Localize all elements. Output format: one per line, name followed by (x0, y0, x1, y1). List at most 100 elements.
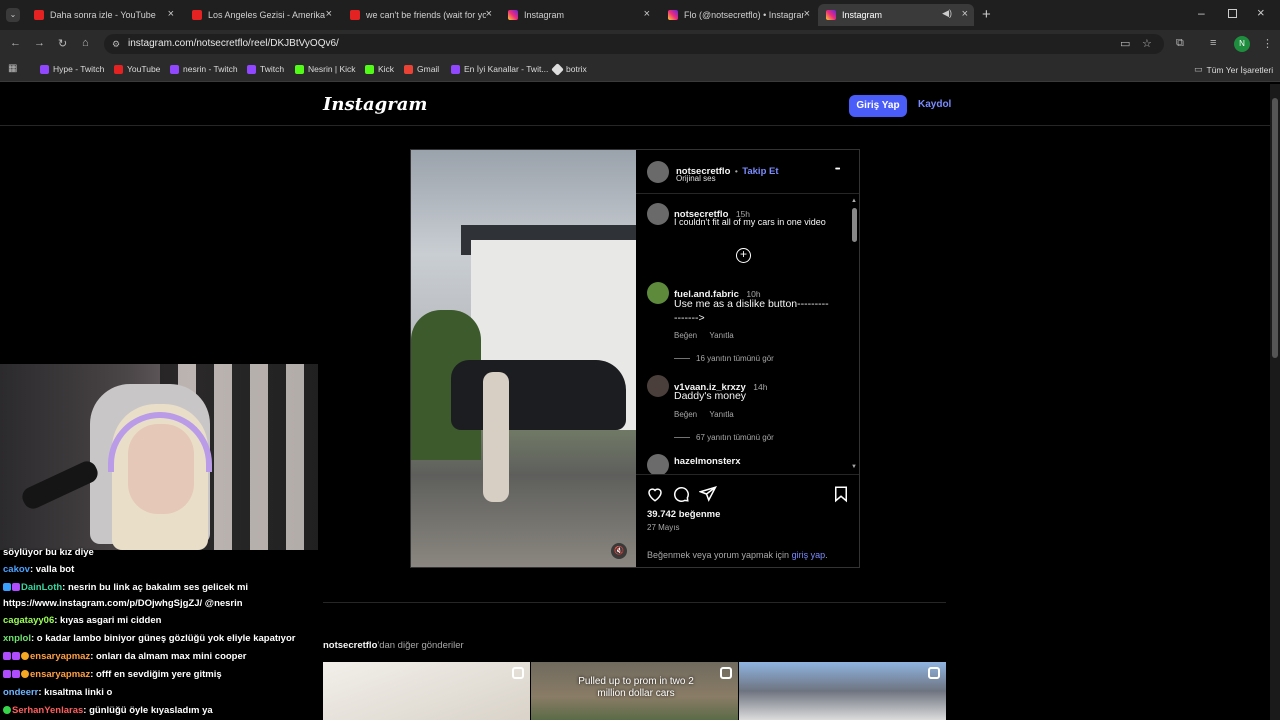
all-bookmarks-folder[interactable]: ▭ Tüm Yer İşaretleri (1194, 64, 1273, 75)
post-thumbnail[interactable]: Pulled up to prom in two 2 million dolla… (531, 662, 738, 720)
more-options-icon[interactable]: ••• (835, 166, 840, 173)
bookmark-hype-twitch[interactable]: Hype - Twitch (40, 64, 104, 74)
post-thumbnail[interactable] (323, 662, 530, 720)
bookmark-label: YouTube (127, 64, 161, 74)
author-avatar[interactable] (647, 161, 669, 183)
bookmark-nesrin-kick[interactable]: Nesrin | Kick (295, 64, 356, 74)
reel-post: 🔇 notsecretflo • Takip Et Orijinal ses •… (410, 149, 860, 568)
tab-instagram-profile[interactable]: Flo (@notsecretflo) • Instagram × (660, 4, 816, 26)
scroll-down-icon[interactable]: ▼ (851, 464, 857, 470)
login-prompt-suffix: . (825, 550, 828, 560)
post-thumbnail[interactable] (739, 662, 946, 720)
chat-text: : kıyas asgari mi cidden (54, 615, 162, 626)
close-icon[interactable]: × (962, 8, 968, 20)
tab-youtube-song[interactable]: we can't be friends (wait for yo × (342, 4, 498, 26)
tab-youtube-los-angeles[interactable]: Los Angeles Gezisi - Amerika V × (184, 4, 338, 26)
view-replies-button[interactable]: 16 yanıtın tümünü gör (696, 354, 774, 363)
home-icon[interactable]: ⌂ (82, 37, 89, 49)
bookmark-youtube[interactable]: YouTube (114, 64, 160, 74)
share-icon[interactable] (699, 485, 717, 503)
bookmark-star-icon[interactable]: ☆ (1142, 37, 1152, 50)
signup-link[interactable]: Kaydol (918, 99, 951, 110)
twitch-icon (40, 64, 49, 74)
new-tab-button[interactable]: + (982, 6, 991, 23)
view-replies-button[interactable]: 67 yanıtın tümünü gör (696, 433, 774, 442)
chat-text: söylüyor bu kız diye (3, 547, 94, 558)
likes-count[interactable]: 39.742 beğenme (647, 509, 720, 520)
audio-label[interactable]: Orijinal ses (676, 174, 716, 183)
back-arrow-icon[interactable]: ← (10, 37, 21, 49)
comments-scrollbar[interactable]: ▲ ▼ (851, 198, 857, 470)
bookmark-nesrin-twitch[interactable]: nesrin - Twitch (170, 64, 238, 74)
scroll-up-icon[interactable]: ▲ (851, 198, 857, 204)
extensions-icon[interactable]: ⧉ (1176, 37, 1184, 50)
close-window-button[interactable]: × (1257, 5, 1265, 20)
forward-arrow-icon[interactable]: → (34, 37, 45, 49)
scrollbar-thumb[interactable] (852, 208, 857, 242)
comment-icon[interactable] (672, 485, 690, 503)
bookmark-botrix[interactable]: botrix (551, 62, 587, 76)
more-posts-username[interactable]: notsecretflo (323, 640, 377, 651)
close-icon[interactable]: × (326, 8, 332, 20)
close-icon[interactable]: × (486, 8, 492, 20)
heart-icon[interactable] (646, 485, 664, 503)
site-info-icon[interactable]: ⚙ (112, 34, 120, 54)
login-prompt-link[interactable]: giriş yap (792, 550, 826, 560)
bookmark-label: Gmail (417, 64, 440, 74)
like-comment-button[interactable]: Beğen (674, 331, 697, 340)
chat-username: SerhanYenlaras (12, 705, 84, 716)
apps-grid-icon[interactable]: ▦ (8, 63, 17, 74)
chat-text: : o kadar lambo biniyor güneş gözlüğü yo… (30, 633, 296, 644)
reel-icon (720, 667, 732, 679)
mute-icon[interactable]: 🔇 (611, 543, 627, 559)
car (451, 360, 626, 430)
speaker-icon[interactable]: ◀) (942, 8, 952, 19)
tab-search-button[interactable]: ⌄ (6, 8, 20, 22)
instagram-icon (826, 10, 836, 20)
follow-button[interactable]: Takip Et (742, 166, 778, 177)
cast-icon[interactable]: ▭ (1120, 37, 1130, 50)
bookmark-gmail[interactable]: Gmail (404, 64, 439, 74)
maximize-button[interactable] (1228, 9, 1237, 18)
add-plus-icon[interactable]: + (736, 248, 751, 263)
bookmark-twitch[interactable]: Twitch (247, 64, 284, 74)
chat-message: cagatayy06: kıyas asgari mi cidden (3, 615, 161, 626)
commenter-avatar[interactable] (647, 375, 669, 397)
comment-username[interactable]: hazelmonsterx (674, 456, 741, 467)
reel-icon (928, 667, 940, 679)
reload-icon[interactable]: ↻ (58, 37, 67, 50)
login-button[interactable]: Giriş Yap (849, 95, 907, 117)
author-avatar[interactable] (647, 203, 669, 225)
bookmark-icon[interactable] (832, 485, 850, 503)
minimize-button[interactable]: – (1198, 6, 1205, 20)
chat-username: xnplol (3, 633, 31, 644)
close-icon[interactable]: × (168, 8, 174, 20)
like-comment-button[interactable]: Beğen (674, 410, 697, 419)
menu-icon[interactable]: ⋮ (1262, 37, 1273, 50)
instagram-header: Instagram Giriş Yap Kaydol (0, 84, 1270, 126)
reply-button[interactable]: Yanıtla (709, 331, 733, 340)
commenter-avatar[interactable] (647, 282, 669, 304)
address-bar[interactable]: ⚙ instagram.com/notsecretflo/reel/DKJBtV… (104, 34, 1164, 54)
close-icon[interactable]: × (804, 8, 810, 20)
bookmark-en-iyi-kanallar[interactable]: En İyi Kanallar - Twit... (451, 64, 548, 74)
instagram-logo[interactable]: Instagram (323, 94, 427, 115)
scrollbar-thumb[interactable] (1272, 98, 1278, 358)
bookmark-kick[interactable]: Kick (365, 64, 394, 74)
reel-icon (512, 667, 524, 679)
reel-video[interactable]: 🔇 (411, 150, 636, 567)
tab-instagram[interactable]: Instagram × (500, 4, 656, 26)
commenter-avatar[interactable] (647, 454, 669, 474)
badge-icon (21, 670, 29, 678)
tab-instagram-active[interactable]: Instagram ◀) × (818, 4, 974, 26)
reply-button[interactable]: Yanıtla (709, 410, 733, 419)
profile-avatar[interactable]: N (1234, 36, 1250, 52)
media-icon[interactable]: ≡ (1210, 37, 1216, 49)
close-icon[interactable]: × (644, 8, 650, 20)
twitch-icon (451, 64, 460, 74)
comment-actions: Beğen Yanıtla (674, 331, 734, 340)
page-scrollbar[interactable] (1270, 84, 1280, 720)
tab-youtube-watch-later[interactable]: Daha sonra izle - YouTube × (26, 4, 180, 26)
login-prompt-text: Beğenmek veya yorum yapmak için (647, 550, 792, 560)
twitch-icon (247, 64, 256, 74)
